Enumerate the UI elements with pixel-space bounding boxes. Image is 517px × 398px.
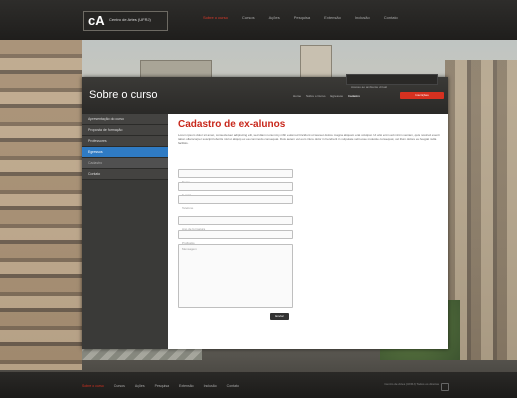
main-panel: Acesso ao ambiente virtual Sobre o curso… (82, 74, 448, 349)
sidebar-item-apresentacao[interactable]: Apresentação do curso (82, 114, 168, 125)
top-nav-cursos[interactable]: Cursos (242, 15, 255, 20)
footer-nav-inclusao[interactable]: Inclusão (204, 384, 217, 388)
footer-nav-cursos[interactable]: Cursos (114, 384, 125, 388)
footer-nav-extensao[interactable]: Extensão (179, 384, 194, 388)
top-nav-inclusao[interactable]: Inclusão (355, 15, 370, 20)
content-area: Cadastro de ex-alunos Lorem ipsum dolor … (168, 114, 448, 349)
logo-mark: cA (88, 13, 105, 28)
sidebar-item-cadastro[interactable]: Cadastro (82, 158, 168, 169)
page-title: Sobre o curso (89, 89, 158, 101)
sidebar-item-professores[interactable]: Professores (82, 136, 168, 147)
telefone-field[interactable]: Telefone (178, 195, 293, 210)
sidebar-item-label: Cadastro (88, 161, 103, 165)
top-nav-sobre-o-curso[interactable]: Sobre o curso (203, 15, 228, 20)
sidebar: Apresentação do curso Proposta de formaç… (82, 114, 168, 349)
footer-logo-icon (441, 383, 449, 391)
inscricoes-label: Inscrições (415, 93, 429, 97)
breadcrumb: Home Sobre o Curso Egressos Cadastro (293, 94, 365, 98)
form-intro: Lorem ipsum dolor sit amet, consectetuer… (178, 133, 440, 145)
sidebar-item-label: Contato (88, 172, 101, 176)
footer: Sobre o curso Cursos Ações Pesquisa Exte… (0, 372, 517, 398)
logo-text: Centro de Artes (UFRJ) (109, 17, 151, 22)
footer-nav-acoes[interactable]: Ações (135, 384, 145, 388)
nome-field[interactable]: Nome (178, 169, 293, 184)
profissao-field[interactable]: Profissão (178, 230, 293, 245)
site-logo[interactable]: cA Centro de Artes (UFRJ) (83, 11, 168, 31)
breadcrumb-sobre-o-curso[interactable]: Sobre o Curso (306, 94, 325, 98)
top-nav-acoes[interactable]: Ações (269, 15, 280, 20)
breadcrumb-egressos[interactable]: Egressos (330, 94, 343, 98)
breadcrumb-home[interactable]: Home (293, 94, 301, 98)
sidebar-item-label: Apresentação do curso (88, 117, 124, 121)
sidebar-item-label: Egressos (88, 150, 103, 154)
virtual-environment-label: Acesso ao ambiente virtual (351, 85, 388, 89)
top-nav: Sobre o curso Cursos Ações Pesquisa Exte… (203, 15, 412, 20)
top-nav-pesquisa[interactable]: Pesquisa (294, 15, 310, 20)
footer-nav-contato[interactable]: Contato (227, 384, 239, 388)
inscricoes-button[interactable]: Inscrições (400, 92, 444, 99)
footer-nav-pesquisa[interactable]: Pesquisa (155, 384, 169, 388)
telefone-placeholder: Telefone (182, 206, 194, 210)
ano-formatura-field[interactable]: Ano de formatura (178, 216, 293, 231)
form-title: Cadastro de ex-alunos (178, 119, 286, 130)
top-bar: cA Centro de Artes (UFRJ) Sobre o curso … (0, 0, 517, 40)
footer-meta: Centro de Artes (UFRJ) Todos os direitos (384, 382, 439, 386)
sidebar-item-proposta[interactable]: Proposta de formação (82, 125, 168, 136)
sidebar-item-label: Proposta de formação (88, 128, 123, 132)
submit-label: Enviar (275, 314, 284, 318)
panel-header: Acesso ao ambiente virtual Sobre o curso… (82, 74, 448, 114)
sidebar-item-egressos[interactable]: Egressos (82, 147, 168, 158)
email-field[interactable]: E-mail (178, 182, 293, 197)
virtual-environment-link[interactable]: Acesso ao ambiente virtual (346, 74, 438, 89)
footer-nav-sobre-o-curso[interactable]: Sobre o curso (82, 384, 104, 388)
footer-nav: Sobre o curso Cursos Ações Pesquisa Exte… (82, 384, 249, 388)
breadcrumb-cadastro: Cadastro (347, 94, 361, 98)
mensagem-placeholder: Mensagem (182, 247, 197, 251)
background-building-left (0, 40, 82, 370)
submit-button[interactable]: Enviar (270, 313, 289, 320)
sidebar-item-label: Professores (88, 139, 107, 143)
top-nav-contato[interactable]: Contato (384, 15, 398, 20)
top-nav-extensao[interactable]: Extensão (324, 15, 341, 20)
mensagem-field[interactable]: Mensagem (178, 244, 293, 308)
sidebar-item-contato[interactable]: Contato (82, 169, 168, 180)
